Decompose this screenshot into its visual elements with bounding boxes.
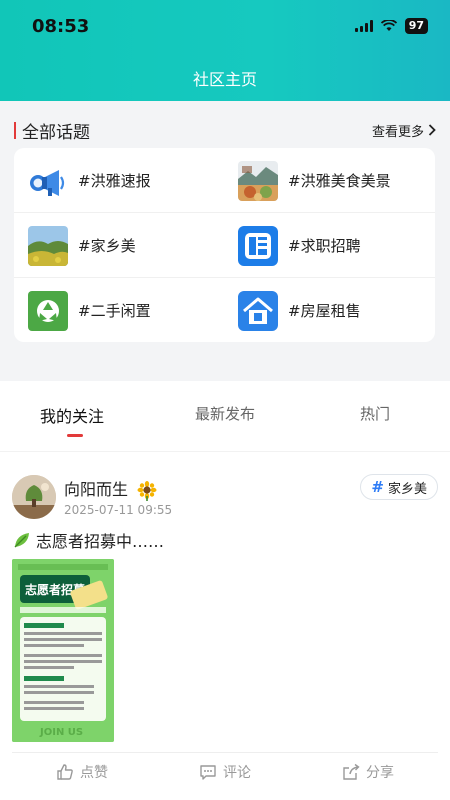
tab-following[interactable]: 我的关注 [40,403,104,427]
share-button[interactable]: 分享 [342,762,394,782]
tab-latest[interactable]: 最新发布 [195,403,255,424]
comment-label: 评论 [223,765,251,781]
post-author[interactable]: 向阳而生 [64,476,157,501]
topic-label: #家乡美 [78,237,136,255]
topic-label: #洪雅美食美景 [288,172,391,190]
topic-item-house[interactable]: #房屋租售 [238,278,361,343]
post-actions: 点赞 评论 分享 [0,762,450,792]
feed-section: 我的关注 最新发布 热门 向阳而生 2025-07-11 09:55 # 家乡美… [0,381,450,800]
status-icons: 97 [354,18,428,34]
divider [12,752,438,753]
author-name: 向阳而生 [64,480,129,499]
post-topic-tag[interactable]: # 家乡美 [360,474,438,500]
food-scenery-thumbnail [238,160,278,201]
topics-card: #洪雅速报 #洪雅美食美景 #家乡美 #求职招聘 #二手闲置 #房屋租售 [14,148,435,342]
topics-section: 全部话题 查看更多 #洪雅速报 #洪雅美食美景 #家乡美 #求职招聘 #二手闲置… [0,101,450,381]
battery-indicator: 97 [404,18,428,34]
see-more-label: 查看更多 [371,124,424,140]
avatar[interactable] [12,475,56,519]
feed-tabs: 我的关注 最新发布 热门 [0,403,450,443]
page-title: 社区主页 [192,70,257,89]
tag-label: 家乡美 [387,481,427,497]
tab-hot[interactable]: 热门 [360,403,390,424]
like-label: 点赞 [80,765,108,781]
topic-item-secondhand[interactable]: #二手闲置 [28,278,151,343]
chevron-right-icon [428,124,436,136]
thumbs-up-icon [57,764,73,780]
share-label: 分享 [366,765,394,781]
sunflower-icon [137,480,157,501]
topics-header: 全部话题 查看更多 [14,119,436,143]
section-marker [14,121,16,139]
share-icon [343,763,360,780]
house-rent-icon [238,290,278,331]
topics-row: #洪雅速报 #洪雅美食美景 [14,148,435,213]
topic-item-food-scenery[interactable]: #洪雅美食美景 [238,148,391,213]
comment-button[interactable]: 评论 [199,762,251,782]
hometown-thumbnail [28,225,68,266]
poster-footer: JOIN US [39,727,83,738]
megaphone-icon [28,160,68,201]
topic-label: #二手闲置 [78,302,151,320]
post-time: 2025-07-11 09:55 [64,503,173,517]
topic-item-news[interactable]: #洪雅速报 [28,148,151,213]
header: 08:53 97 社区主页 [0,0,450,101]
topics-row: #家乡美 #求职招聘 [14,213,435,278]
like-button[interactable]: 点赞 [56,762,108,782]
topic-item-recruit[interactable]: #求职招聘 [238,213,361,278]
status-time: 08:53 [32,16,90,37]
post-text: 志愿者招募中…… [12,528,164,552]
post-card[interactable]: 向阳而生 2025-07-11 09:55 # 家乡美 志愿者招募中…… 志愿者… [0,451,450,800]
topics-row: #二手闲置 #房屋租售 [14,278,435,343]
hash-icon: # [371,478,384,496]
topic-label: #洪雅速报 [78,172,151,190]
comment-icon [200,765,216,780]
post-image[interactable]: 志愿者招募 JOIN US [12,559,114,742]
recycle-icon [28,290,68,331]
post-text-content: 志愿者招募中…… [36,532,165,551]
leaf-icon [14,533,29,548]
recruit-icon [238,225,278,266]
topic-label: #房屋租售 [288,302,361,320]
topic-item-hometown[interactable]: #家乡美 [28,213,136,278]
signal-icon [354,20,373,32]
see-more-link[interactable]: 查看更多 [372,121,436,140]
wifi-icon [380,20,397,31]
active-tab-indicator [67,434,83,437]
topics-title: 全部话题 [22,122,90,143]
topic-label: #求职招聘 [288,237,361,255]
